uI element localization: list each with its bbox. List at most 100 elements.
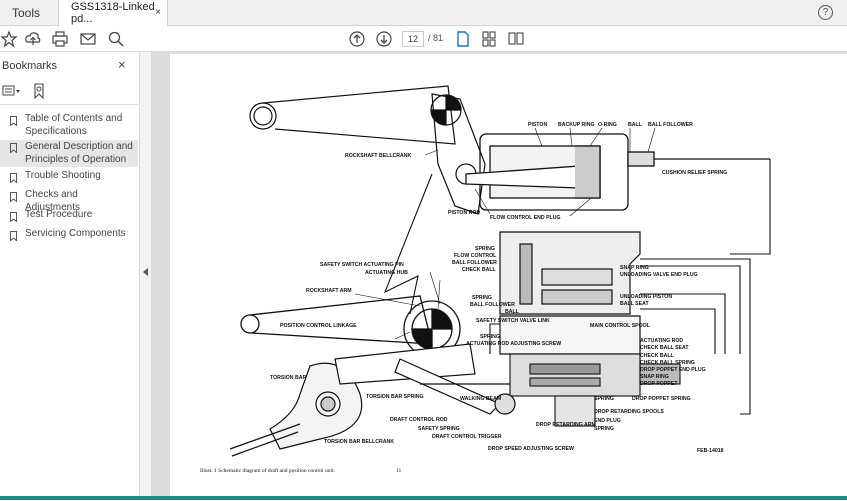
label-cushion-relief-spring: CUSHION RELIEF SPRING <box>662 170 727 176</box>
label-backup-ring: BACKUP RING <box>558 122 595 128</box>
label-snap-ring-2: SNAP RING <box>640 374 669 380</box>
document-page: PISTON BACKUP RING O-RING BALL BALL FOLL… <box>170 54 847 496</box>
collapse-arrow-icon[interactable] <box>143 268 148 276</box>
valve-body <box>499 231 641 355</box>
panel-splitter[interactable] <box>140 52 152 496</box>
tab-bar: Tools GSS1318-Linked pd... × ? <box>0 0 847 26</box>
add-bookmark-icon[interactable] <box>32 83 46 99</box>
bookmark-icon <box>10 192 17 202</box>
label-ball: BALL <box>628 122 643 128</box>
label-piston: PISTON <box>528 122 547 128</box>
bookmark-icon <box>10 231 17 241</box>
single-page-view-icon[interactable] <box>454 30 472 48</box>
label-spring-4: SPRING <box>594 396 614 402</box>
schematic-diagram: PISTON BACKUP RING O-RING BALL BALL FOLL… <box>200 85 771 474</box>
label-walking-beam: WALKING BEAM <box>460 396 501 402</box>
label-spring-3: SPRING <box>480 334 500 340</box>
bookmark-test-procedure[interactable]: Test Procedure <box>0 209 138 222</box>
label-torsion-bar: TORSION BAR <box>270 375 306 381</box>
page-number: 11 <box>396 468 402 474</box>
linkage-line <box>383 173 433 315</box>
options-menu-icon[interactable] <box>2 84 22 98</box>
toolbar: 12 / 81 <box>0 26 847 52</box>
label-drop-retarding-spools: DROP RETARDING SPOOLS <box>594 409 664 415</box>
tab-document-title: GSS1318-Linked pd... <box>71 1 155 25</box>
label-ball-2: BALL <box>505 309 520 315</box>
label-drop-poppet-end-plug: DROP POPPET END PLUG <box>640 367 706 373</box>
label-actuating-rod: ACTUATING ROD <box>640 338 683 344</box>
label-piston-rod: PISTON ROD <box>448 210 480 216</box>
bookmark-label: Trouble Shooting <box>25 170 101 181</box>
label-safety-spring: SAFETY SPRING <box>418 426 460 432</box>
label-draft-control-rod: DRAFT CONTROL ROD <box>390 417 448 423</box>
label-drop-poppet-spring: DROP POPPET SPRING <box>632 396 691 402</box>
label-drop-retarding-arm: DROP RETARDING ARM <box>536 422 596 428</box>
bookmark-label: Servicing Components <box>25 228 126 239</box>
bookmark-icon <box>10 173 17 183</box>
label-position-control-linkage: POSITION CONTROL LINKAGE <box>280 323 357 329</box>
label-fig-code: FEB-14018 <box>697 448 724 454</box>
label-main-control-spool: MAIN CONTROL SPOOL <box>590 323 651 329</box>
label-draft-control-trigger: DRAFT CONTROL TRIGGER <box>432 434 502 440</box>
print-icon[interactable] <box>51 30 69 48</box>
page-down-icon[interactable] <box>375 30 393 48</box>
search-icon[interactable] <box>107 30 125 48</box>
label-unloading-valve-end-plug: UNLOADING VALVE END PLUG <box>620 272 698 278</box>
rockshaft-bellcrank <box>249 85 486 215</box>
label-snap-ring: SNAP RING <box>620 265 649 271</box>
star-icon[interactable] <box>0 30 18 48</box>
label-ball-follower-2: BALL FOLLOWER <box>452 260 497 266</box>
label-flow-control-end-plug: FLOW CONTROL END PLUG <box>490 215 561 221</box>
two-page-view-icon[interactable] <box>507 30 525 48</box>
taskbar-strip <box>0 496 847 500</box>
label-ball-follower: BALL FOLLOWER <box>648 122 693 128</box>
tab-document[interactable]: GSS1318-Linked pd... × <box>58 0 168 26</box>
label-check-ball-spring: CHECK BALL SPRING <box>640 360 695 366</box>
label-unloading-piston: UNLOADING PISTON <box>620 294 672 300</box>
tab-tools[interactable]: Tools <box>0 0 52 26</box>
label-end-plug: END PLUG <box>594 418 621 424</box>
bookmark-icon <box>10 212 17 222</box>
bookmarks-panel: Bookmarks × Table of Contents and Specif… <box>0 52 140 496</box>
bookmark-icon <box>10 143 17 153</box>
bookmark-servicing-components[interactable]: Servicing Components <box>0 228 138 241</box>
document-viewer[interactable]: PISTON BACKUP RING O-RING BALL BALL FOLL… <box>152 52 847 496</box>
close-icon[interactable]: × <box>118 57 126 72</box>
cloud-upload-icon[interactable] <box>24 30 42 48</box>
label-actuating-hub: ACTUATING HUB <box>365 270 408 276</box>
bookmark-trouble-shooting[interactable]: Trouble Shooting <box>0 170 138 183</box>
bookmark-icon <box>10 116 17 126</box>
label-drop-speed-adjusting-screw: DROP SPEED ADJUSTING SCREW <box>488 446 574 452</box>
bookmark-label: Test Procedure <box>25 209 93 220</box>
scrolling-view-icon[interactable] <box>480 30 498 48</box>
page-total: / 81 <box>428 33 444 43</box>
help-icon[interactable]: ? <box>818 5 833 20</box>
label-o-ring: O-RING <box>598 122 617 128</box>
label-rockshaft-bellcrank: ROCKSHAFT BELLCRANK <box>345 153 412 159</box>
label-safety-switch-valve-link: SAFETY SWITCH VALVE LINK <box>476 318 550 324</box>
bookmark-general-description[interactable]: General Description and Principles of Op… <box>0 140 138 167</box>
divider <box>0 104 140 105</box>
label-drop-poppet: DROP POPPET <box>640 381 678 387</box>
label-spring-5: SPRING <box>594 426 614 432</box>
close-icon[interactable]: × <box>155 7 161 18</box>
label-rockshaft-arm: ROCKSHAFT ARM <box>306 288 352 294</box>
bookmark-tools <box>0 82 60 102</box>
label-safety-switch-actuating-pin: SAFETY SWITCH ACTUATING PIN <box>320 262 404 268</box>
label-torsion-bar-bellcrank: TORSION BAR BELLCRANK <box>324 439 394 445</box>
page-up-icon[interactable] <box>348 30 366 48</box>
label-ball-seat: BALL SEAT <box>620 301 649 307</box>
mail-icon[interactable] <box>79 30 97 48</box>
bookmark-table-of-contents[interactable]: Table of Contents and Specifications <box>0 113 138 138</box>
label-ball-follower-3: BALL FOLLOWER <box>470 302 515 308</box>
label-spring: SPRING <box>475 246 495 252</box>
bookmark-label: Table of Contents and Specifications <box>25 113 123 137</box>
label-torsion-bar-spring: TORSION BAR SPRING <box>366 394 424 400</box>
label-flow-control: FLOW CONTROL <box>454 253 497 259</box>
label-check-ball: CHECK BALL <box>462 267 497 273</box>
page-number-input[interactable]: 12 <box>402 31 424 47</box>
figure-caption: Illust. 1 Schematic diagram of draft and… <box>200 467 335 474</box>
label-spring-2: SPRING <box>472 295 492 301</box>
bookmark-label: General Description and Principles of Op… <box>25 141 133 165</box>
label-actuating-rod-adjusting-screw: ACTUATING ROD ADJUSTING SCREW <box>466 341 561 347</box>
